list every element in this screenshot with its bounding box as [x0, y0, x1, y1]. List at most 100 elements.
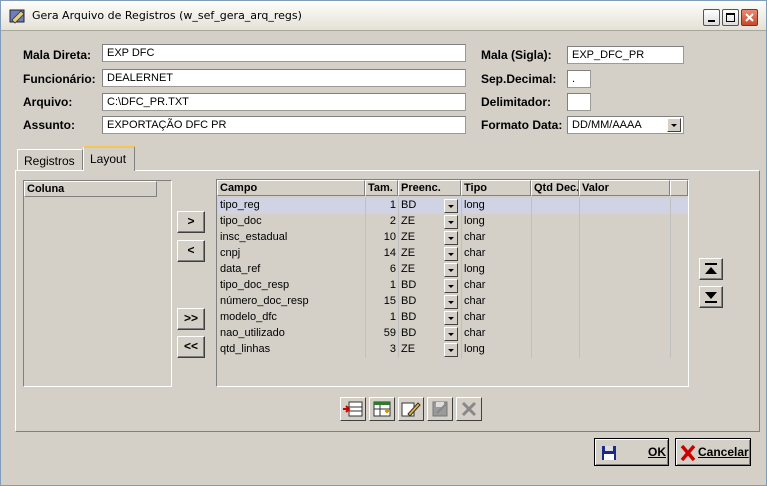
tab-layout[interactable]: Layout: [83, 146, 135, 171]
cell-campo[interactable]: insc_estadual: [218, 230, 366, 246]
cell-campo[interactable]: tipo_doc_resp: [218, 278, 366, 294]
cell-valor[interactable]: [580, 262, 671, 278]
cell-qtd[interactable]: [532, 326, 580, 342]
maximize-button[interactable]: [722, 9, 739, 26]
move-up-button[interactable]: [699, 258, 723, 280]
cell-valor[interactable]: [580, 246, 671, 262]
column-list[interactable]: Coluna: [23, 180, 172, 387]
edit-button[interactable]: [398, 397, 424, 421]
table-row[interactable]: data_ref 6 ZE long: [218, 262, 688, 278]
tab-registros[interactable]: Registros: [17, 149, 83, 171]
move-down-button[interactable]: [699, 286, 723, 308]
chevron-down-icon[interactable]: [444, 247, 458, 261]
table-row[interactable]: tipo_reg 1 BD long: [218, 198, 688, 214]
funcionario-field[interactable]: DEALERNET: [102, 69, 466, 87]
cell-preenc[interactable]: ZE: [399, 262, 462, 278]
save-disabled-button[interactable]: [427, 397, 453, 421]
cell-qtd[interactable]: [532, 310, 580, 326]
cell-valor[interactable]: [580, 230, 671, 246]
cell-campo[interactable]: número_doc_resp: [218, 294, 366, 310]
cell-qtd[interactable]: [532, 278, 580, 294]
chevron-down-icon[interactable]: [444, 327, 458, 341]
mala-sigla-field[interactable]: EXP_DFC_PR: [567, 46, 684, 64]
cell-valor[interactable]: [580, 198, 671, 214]
cell-tipo[interactable]: long: [462, 214, 532, 230]
column-list-header[interactable]: Coluna: [24, 181, 157, 197]
cell-tipo[interactable]: char: [462, 310, 532, 326]
cell-preenc[interactable]: BD: [399, 294, 462, 310]
cell-valor[interactable]: [580, 326, 671, 342]
cell-qtd[interactable]: [532, 198, 580, 214]
column-header-tipo[interactable]: Tipo: [461, 180, 531, 196]
cell-preenc[interactable]: BD: [399, 326, 462, 342]
chevron-down-icon[interactable]: [444, 263, 458, 277]
cell-tam[interactable]: 14: [366, 246, 399, 262]
cell-campo[interactable]: qtd_linhas: [218, 342, 366, 358]
cell-qtd[interactable]: [532, 294, 580, 310]
cell-preenc[interactable]: ZE: [399, 246, 462, 262]
table-row[interactable]: número_doc_resp 15 BD char: [218, 294, 688, 310]
cell-preenc[interactable]: ZE: [399, 230, 462, 246]
cell-tam[interactable]: 1: [366, 278, 399, 294]
arquivo-field[interactable]: C:\DFC_PR.TXT: [102, 93, 466, 111]
column-header-campo[interactable]: Campo: [217, 180, 365, 196]
cell-tipo[interactable]: long: [462, 198, 532, 214]
cell-qtd[interactable]: [532, 262, 580, 278]
close-button[interactable]: [741, 9, 758, 26]
chevron-down-icon[interactable]: [444, 311, 458, 325]
cell-preenc[interactable]: BD: [399, 198, 462, 214]
cell-tam[interactable]: 59: [366, 326, 399, 342]
table-row[interactable]: qtd_linhas 3 ZE long: [218, 342, 688, 358]
column-header-tam[interactable]: Tam.: [365, 180, 398, 196]
cell-valor[interactable]: [580, 342, 671, 358]
column-header-preenc[interactable]: Preenc.: [398, 180, 461, 196]
ok-button[interactable]: OK: [594, 438, 669, 466]
table-row[interactable]: cnpj 14 ZE char: [218, 246, 688, 262]
cell-tam[interactable]: 2: [366, 214, 399, 230]
mala-direta-field[interactable]: EXP DFC: [102, 44, 466, 62]
cell-tam[interactable]: 15: [366, 294, 399, 310]
chevron-down-icon[interactable]: [444, 295, 458, 309]
chevron-down-icon[interactable]: [444, 279, 458, 293]
delete-button[interactable]: [456, 397, 482, 421]
cell-preenc[interactable]: ZE: [399, 214, 462, 230]
cell-tipo[interactable]: char: [462, 294, 532, 310]
cell-preenc[interactable]: BD: [399, 310, 462, 326]
table-row[interactable]: tipo_doc_resp 1 BD char: [218, 278, 688, 294]
cell-campo[interactable]: tipo_reg: [218, 198, 366, 214]
cell-preenc[interactable]: BD: [399, 278, 462, 294]
minimize-button[interactable]: [703, 9, 720, 26]
cell-tam[interactable]: 6: [366, 262, 399, 278]
chevron-down-icon[interactable]: [444, 231, 458, 245]
remove-all-button[interactable]: <<: [177, 336, 205, 358]
cancel-button[interactable]: Cancelar: [675, 438, 751, 466]
cell-qtd[interactable]: [532, 246, 580, 262]
cell-campo[interactable]: nao_utilizado: [218, 326, 366, 342]
table-row[interactable]: modelo_dfc 1 BD char: [218, 310, 688, 326]
cell-tipo[interactable]: char: [462, 278, 532, 294]
chevron-down-icon[interactable]: [667, 118, 681, 132]
cell-valor[interactable]: [580, 214, 671, 230]
table-row[interactable]: tipo_doc 2 ZE long: [218, 214, 688, 230]
cell-qtd[interactable]: [532, 230, 580, 246]
table-row[interactable]: nao_utilizado 59 BD char: [218, 326, 688, 342]
chevron-down-icon[interactable]: [444, 199, 458, 213]
column-header-valor[interactable]: Valor: [579, 180, 670, 196]
cell-preenc[interactable]: ZE: [399, 342, 462, 358]
cell-tam[interactable]: 1: [366, 310, 399, 326]
cell-qtd[interactable]: [532, 342, 580, 358]
cell-tipo[interactable]: char: [462, 326, 532, 342]
chevron-down-icon[interactable]: [444, 215, 458, 229]
delimitador-field[interactable]: [567, 93, 591, 111]
add-all-button[interactable]: >>: [177, 308, 205, 330]
cell-valor[interactable]: [580, 278, 671, 294]
cell-tam[interactable]: 1: [366, 198, 399, 214]
cell-tam[interactable]: 3: [366, 342, 399, 358]
column-header-qtd-dec[interactable]: Qtd Dec.: [531, 180, 579, 196]
cell-campo[interactable]: modelo_dfc: [218, 310, 366, 326]
add-table-button[interactable]: [369, 397, 395, 421]
remove-one-button[interactable]: <: [177, 240, 205, 262]
layout-grid[interactable]: Campo Tam. Preenc. Tipo Qtd Dec. Valor t…: [216, 179, 689, 387]
cell-tipo[interactable]: char: [462, 246, 532, 262]
formato-data-select[interactable]: DD/MM/AAAA: [567, 116, 684, 134]
